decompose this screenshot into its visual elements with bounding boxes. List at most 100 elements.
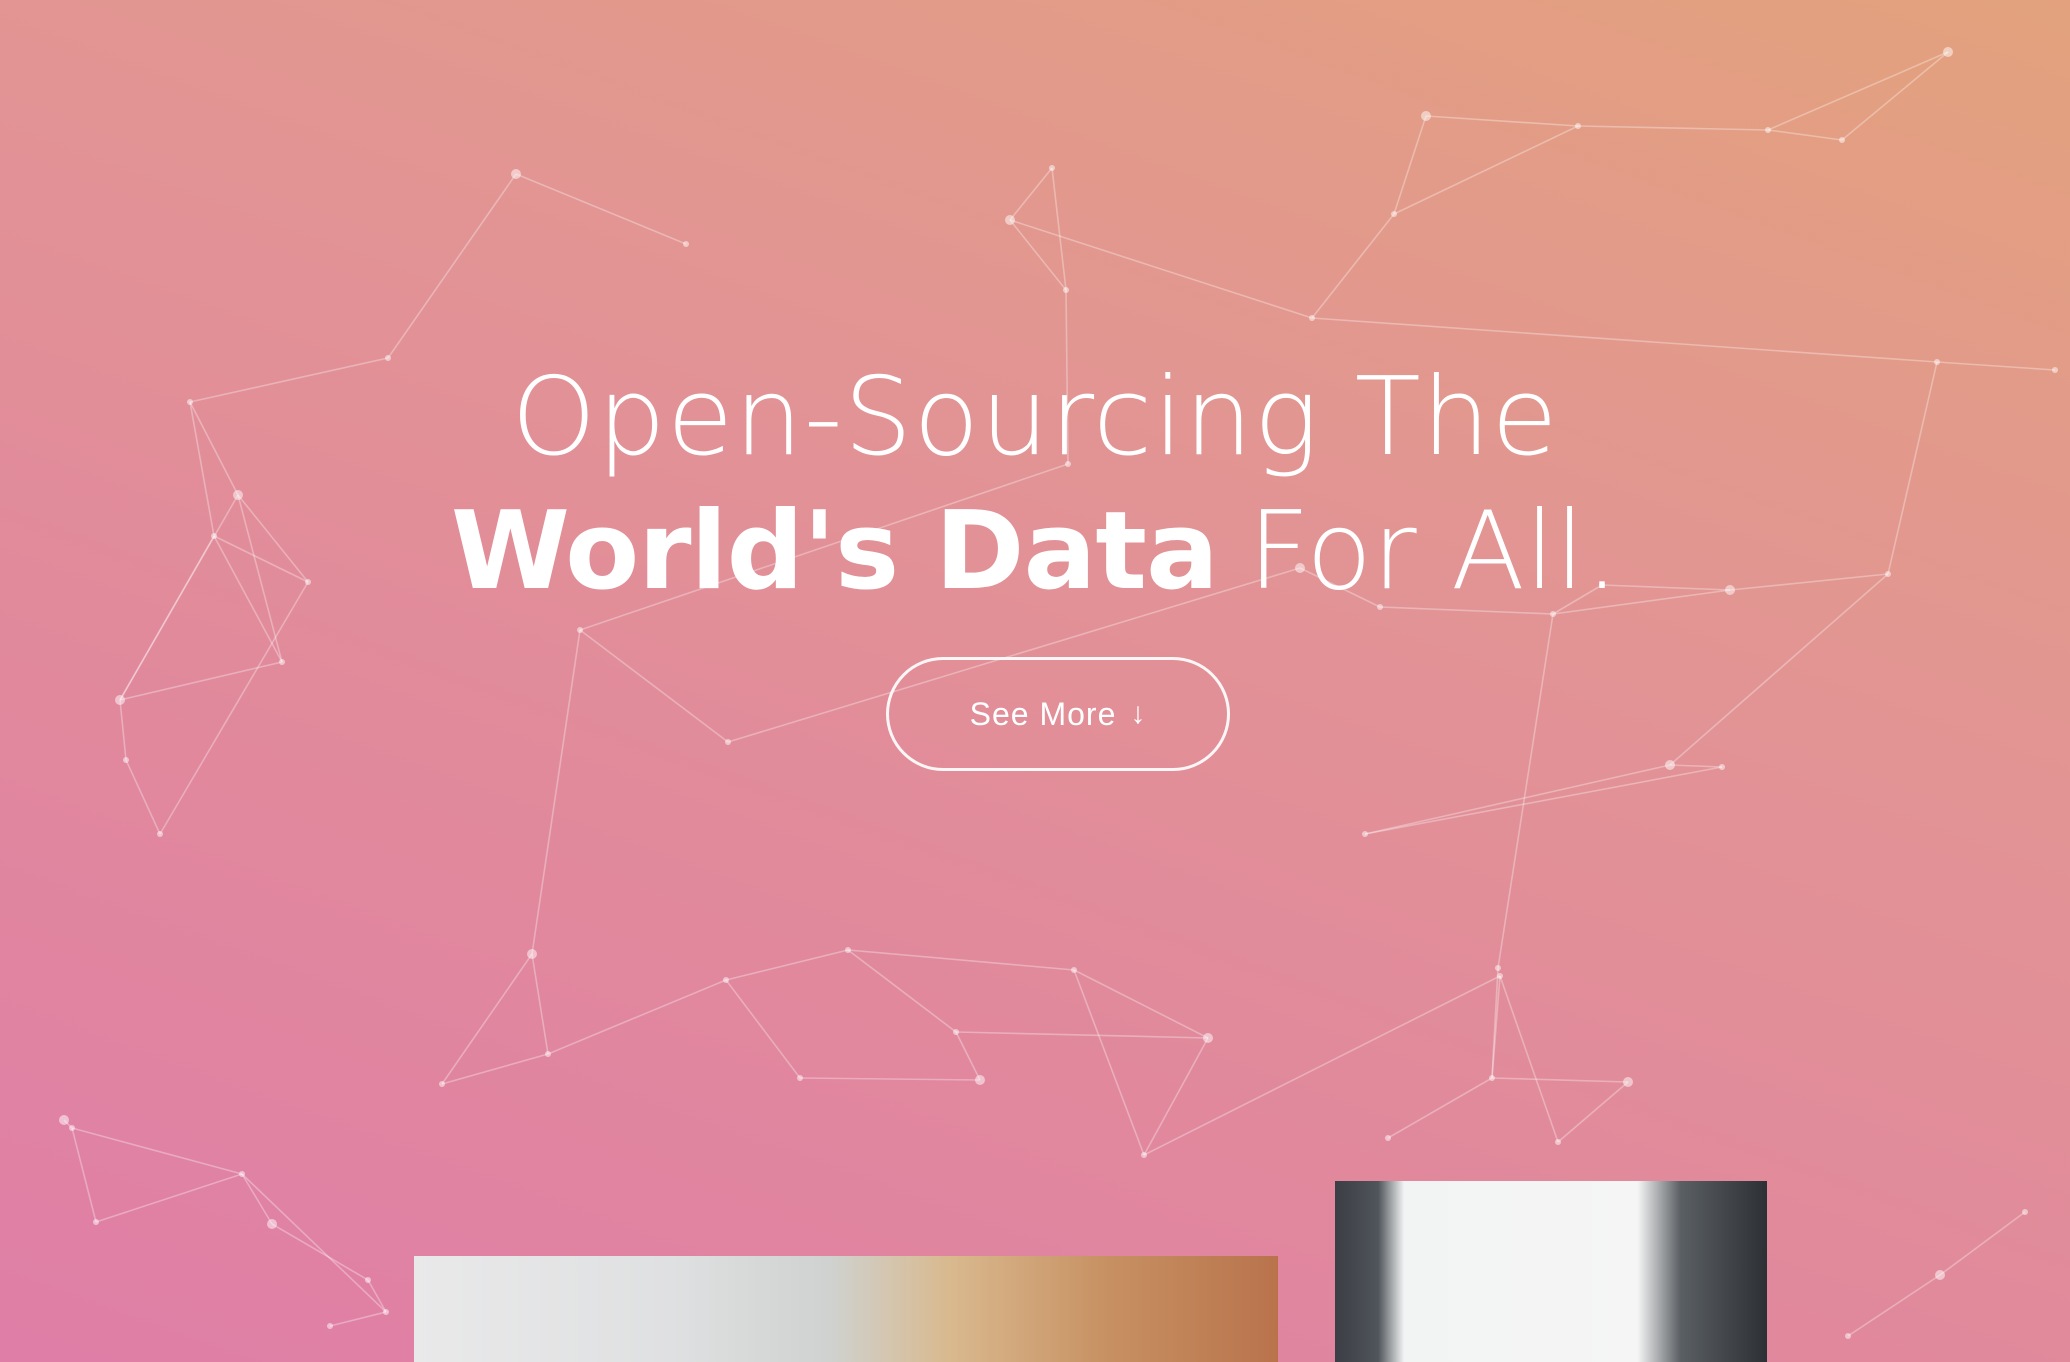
network-line (1577, 125, 1769, 131)
network-line (547, 979, 727, 1055)
arrow-down-icon: ↓ (1130, 697, 1147, 730)
network-node (1555, 1139, 1561, 1145)
network-line (367, 1279, 387, 1313)
network-line (125, 759, 161, 835)
network-line (955, 1031, 981, 1081)
network-node (383, 1309, 389, 1315)
headline-line-2: World's Data For All. (0, 483, 2070, 620)
network-node (1497, 973, 1503, 979)
network-line (241, 1173, 387, 1313)
network-node (545, 1051, 551, 1057)
network-node (1719, 764, 1725, 770)
network-node (511, 169, 521, 179)
network-node (1005, 215, 1015, 225)
network-line (1847, 1274, 1941, 1337)
see-more-label: See More (969, 695, 1117, 732)
network-line (799, 1077, 981, 1081)
network-line (1143, 1037, 1209, 1156)
network-node (157, 831, 163, 837)
network-node (69, 1125, 75, 1131)
hero-section: Open-Sourcing The World's Data For All. … (0, 0, 2070, 1362)
network-node (267, 1219, 277, 1229)
network-line (1669, 764, 1723, 768)
network-node (797, 1075, 803, 1081)
network-line (1841, 51, 1949, 141)
network-line (1073, 969, 1209, 1039)
network-line (847, 949, 957, 1033)
network-line (725, 979, 801, 1079)
network-line (1497, 613, 1554, 969)
network-node (1421, 111, 1431, 121)
network-line (531, 953, 549, 1055)
city-buildings-photo (1335, 1181, 1767, 1362)
network-node (1495, 965, 1501, 971)
network-line (1491, 1077, 1629, 1083)
network-node (1362, 831, 1368, 837)
network-node (59, 1115, 69, 1125)
network-node (577, 627, 583, 633)
network-node (1623, 1077, 1633, 1087)
network-line (1557, 1081, 1629, 1143)
network-line (1364, 764, 1671, 835)
network-node (1385, 1135, 1391, 1141)
network-line (1009, 219, 1067, 291)
network-node (1765, 127, 1771, 133)
network-node (1141, 1152, 1147, 1158)
network-line (1393, 115, 1427, 215)
network-node (123, 757, 129, 763)
network-line (531, 629, 581, 955)
network-line (579, 629, 729, 743)
network-line (1767, 129, 1843, 141)
network-line (515, 173, 687, 245)
see-more-button[interactable]: See More ↓ (886, 657, 1230, 771)
network-node (279, 659, 285, 665)
network-line (1311, 213, 1395, 319)
network-line (955, 1031, 1209, 1039)
network-node (975, 1075, 985, 1085)
network-line (1387, 1077, 1493, 1139)
network-node (365, 1277, 371, 1283)
network-line (1939, 1211, 2026, 1276)
network-node (527, 949, 537, 959)
network-line (95, 1173, 243, 1223)
network-line (387, 173, 517, 359)
network-node (953, 1029, 959, 1035)
network-line (1051, 167, 1067, 291)
network-line (71, 1127, 243, 1175)
network-line (1499, 975, 1559, 1143)
network-line (71, 1127, 97, 1223)
headline-line-1: Open-Sourcing The (511, 355, 1559, 480)
network-node (1665, 760, 1675, 770)
network-node (1575, 123, 1581, 129)
network-line (441, 953, 533, 1085)
network-node (115, 695, 125, 705)
network-line (1767, 51, 1949, 131)
network-line (1425, 115, 1579, 127)
network-node (1063, 287, 1069, 293)
network-node (1391, 211, 1397, 217)
network-node (683, 241, 689, 247)
network-node (2022, 1209, 2028, 1215)
network-node (1071, 967, 1077, 973)
network-line (329, 1311, 387, 1327)
network-node (1943, 47, 1953, 57)
network-line (441, 1053, 549, 1085)
network-node (1309, 315, 1315, 321)
headline-bold-text: World's Data (450, 489, 1219, 614)
network-node (1203, 1033, 1213, 1043)
network-node (1049, 165, 1055, 171)
network-line (725, 949, 849, 981)
network-node (239, 1171, 245, 1177)
network-node (93, 1219, 99, 1225)
network-node (1845, 1333, 1851, 1339)
network-line (1143, 975, 1501, 1156)
network-node (1489, 1075, 1495, 1081)
office-interior-photo (414, 1256, 1278, 1362)
network-node (1935, 1270, 1945, 1280)
network-node (725, 739, 731, 745)
network-node (439, 1081, 445, 1087)
network-line (119, 699, 127, 761)
network-line (1009, 167, 1053, 221)
network-line (1073, 969, 1145, 1156)
network-node (1839, 137, 1845, 143)
